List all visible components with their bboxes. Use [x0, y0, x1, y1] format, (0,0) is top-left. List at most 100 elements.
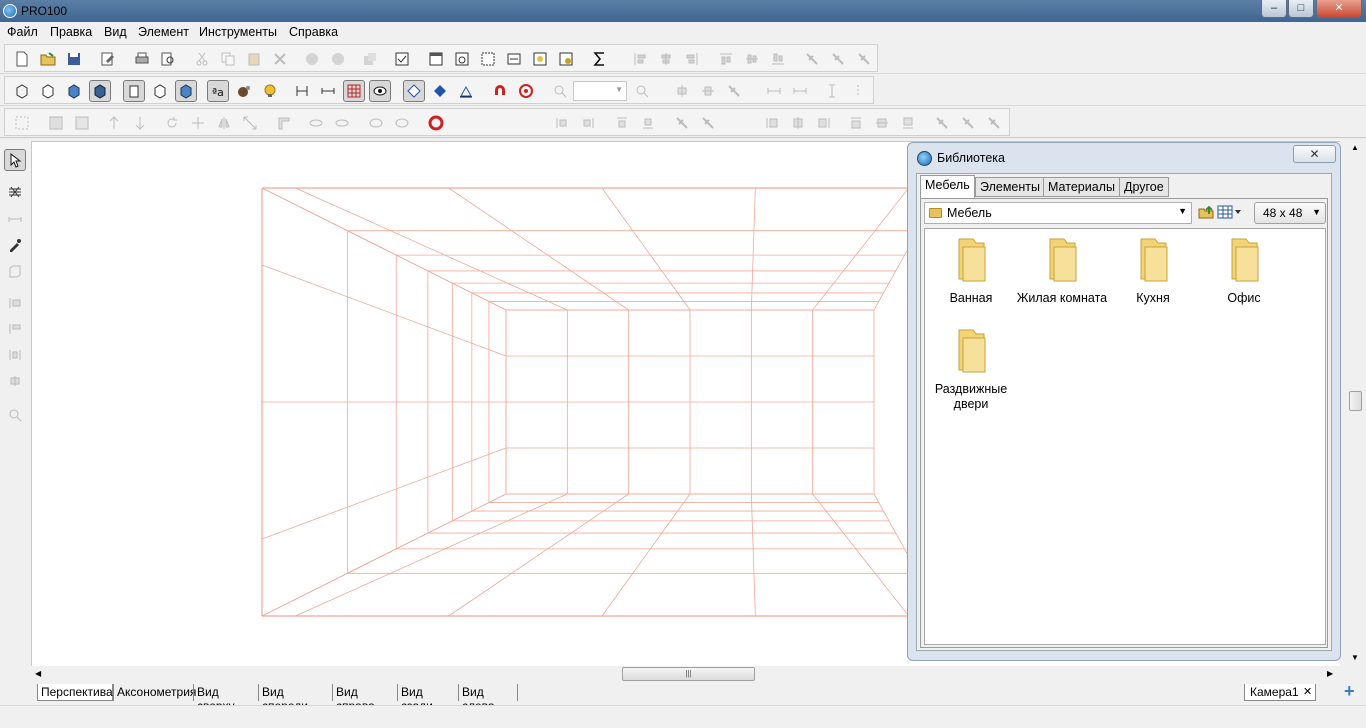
arrange-4-icon[interactable] [637, 112, 659, 134]
join-1-icon[interactable] [671, 80, 693, 102]
distribute-2-icon[interactable] [827, 48, 849, 70]
place-5-icon[interactable] [871, 112, 893, 134]
checklist-icon[interactable] [391, 48, 413, 70]
left-align-3-icon[interactable] [4, 344, 26, 366]
library-item-kitchen[interactable]: Кухня [1107, 233, 1199, 306]
dimensions-icon[interactable] [291, 80, 313, 102]
solid-box-icon[interactable] [175, 80, 197, 102]
menu-help[interactable]: Справка [289, 25, 338, 39]
folder-up-icon[interactable] [1198, 204, 1214, 220]
eye-icon[interactable] [369, 80, 391, 102]
left-align-1-icon[interactable] [4, 292, 26, 314]
eyedropper-icon[interactable] [4, 234, 26, 256]
pointer-icon[interactable] [4, 149, 26, 171]
select-all-icon[interactable] [11, 112, 33, 134]
measure-icon[interactable] [317, 80, 339, 102]
tab-front-view[interactable]: Вид спереди [258, 684, 332, 713]
rotate-icon[interactable] [161, 112, 183, 134]
tab-elements[interactable]: Элементы [975, 177, 1045, 197]
folder-combo[interactable]: Мебель ▼ [924, 202, 1192, 224]
place-2-icon[interactable] [787, 112, 809, 134]
arrange-2-icon[interactable] [577, 112, 599, 134]
tab-other[interactable]: Другое [1119, 177, 1169, 197]
open-file-icon[interactable] [37, 48, 59, 70]
align-bottom-icon[interactable] [767, 48, 789, 70]
tab-right-view[interactable]: Вид справа [332, 684, 397, 713]
add-camera-icon[interactable]: + [1344, 681, 1355, 702]
library-item-living-room[interactable]: Жилая комната [1016, 233, 1108, 306]
minimize-button[interactable]: – [1261, 0, 1287, 18]
view-eye-2-icon[interactable] [391, 112, 413, 134]
print-icon[interactable] [131, 48, 153, 70]
zoom-out-icon[interactable] [549, 80, 571, 102]
tab-materials[interactable]: Материалы [1043, 177, 1120, 197]
align-middle-icon[interactable] [741, 48, 763, 70]
align-left-icon[interactable] [629, 48, 651, 70]
library-item-sliding-doors[interactable]: Раздвижные двери [925, 324, 1017, 412]
materials-icon[interactable] [233, 80, 255, 102]
undo-icon[interactable] [301, 48, 323, 70]
view-mode-icon[interactable] [1217, 204, 1243, 220]
place-8-icon[interactable] [957, 112, 979, 134]
left-align-2-icon[interactable] [4, 318, 26, 340]
ellipse-2-icon[interactable] [331, 112, 353, 134]
view-eye-1-icon[interactable] [365, 112, 387, 134]
ungroup-icon[interactable] [71, 112, 93, 134]
join-3-icon[interactable] [723, 80, 745, 102]
copy-icon[interactable] [217, 48, 239, 70]
grid-icon[interactable] [343, 80, 365, 102]
left-align-4-icon[interactable] [4, 370, 26, 392]
light-icon[interactable] [259, 80, 281, 102]
save-icon[interactable] [63, 48, 85, 70]
menu-element[interactable]: Элемент [138, 25, 189, 39]
arrange-6-icon[interactable] [697, 112, 719, 134]
wireframe-view-icon[interactable] [11, 80, 33, 102]
place-6-icon[interactable] [897, 112, 919, 134]
tab-top-view[interactable]: Вид сверху [193, 684, 258, 713]
scroll-left-icon[interactable]: ◀ [35, 669, 41, 678]
magnet-icon[interactable] [489, 80, 511, 102]
close-button[interactable]: ✕ [1316, 0, 1362, 18]
tab-furniture[interactable]: Мебель [920, 175, 975, 198]
report-preview-icon[interactable] [451, 48, 473, 70]
ruler-icon[interactable] [4, 208, 26, 230]
width-2-icon[interactable] [789, 80, 811, 102]
width-icon[interactable] [763, 80, 785, 102]
delete-icon[interactable] [269, 48, 291, 70]
labels-icon[interactable]: ªa [207, 80, 229, 102]
new-file-icon[interactable] [11, 48, 33, 70]
solid-view-icon[interactable] [63, 80, 85, 102]
maximize-button[interactable]: □ [1288, 0, 1314, 18]
vertical-scroll-thumb[interactable] [1349, 391, 1362, 411]
snap-edge-icon[interactable] [455, 80, 477, 102]
cut-icon[interactable] [191, 48, 213, 70]
camera-close-icon[interactable]: ✕ [1303, 685, 1312, 698]
library-item-bathroom[interactable]: Ванная [925, 233, 1017, 306]
mirror-icon[interactable] [213, 112, 235, 134]
library-close-button[interactable]: ✕ [1293, 145, 1336, 163]
icon-size-select[interactable]: 48 x 48 ▼ [1254, 202, 1326, 224]
handle-icon[interactable] [273, 112, 295, 134]
tab-back-view[interactable]: Вид сзади [397, 684, 458, 713]
arrange-1-icon[interactable] [551, 112, 573, 134]
place-3-icon[interactable] [813, 112, 835, 134]
zoom-combo[interactable]: ▼ [573, 81, 627, 101]
paste-icon[interactable] [243, 48, 265, 70]
tab-perspective[interactable]: Перспектива [37, 684, 113, 701]
move-down-icon[interactable] [129, 112, 151, 134]
select-area-icon[interactable] [477, 48, 499, 70]
menu-edit[interactable]: Правка [50, 25, 92, 39]
outline-icon[interactable] [123, 80, 145, 102]
scroll-right-icon[interactable]: ▶ [1327, 669, 1333, 678]
tab-axonometry[interactable]: Аксонометрия [113, 684, 196, 701]
properties-icon[interactable] [97, 48, 119, 70]
hidden-lines-view-icon[interactable] [37, 80, 59, 102]
snap-vertex-icon[interactable] [429, 80, 451, 102]
shelf-icon[interactable] [4, 181, 26, 203]
menu-tools[interactable]: Инструменты [199, 25, 277, 39]
align-top-icon[interactable] [715, 48, 737, 70]
arrange-3-icon[interactable] [611, 112, 633, 134]
textured-view-icon[interactable] [89, 80, 111, 102]
place-9-icon[interactable] [983, 112, 1005, 134]
height-icon[interactable] [821, 80, 843, 102]
